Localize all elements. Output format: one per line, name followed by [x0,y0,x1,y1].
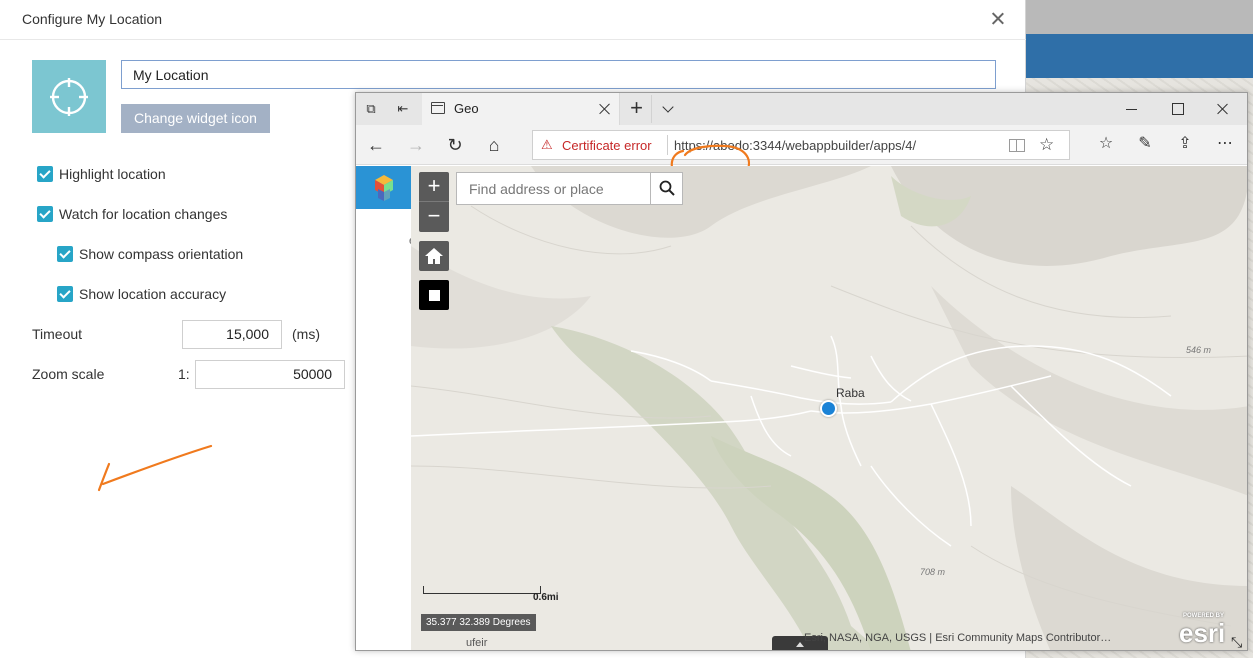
search-icon [659,180,675,196]
zoom-scale-input[interactable]: 50000 [195,360,345,389]
dialog-header: Configure My Location [0,0,1026,40]
resize-cursor-icon: ⤡ [1231,634,1243,650]
close-icon[interactable] [988,9,1008,29]
checkbox-checked[interactable] [37,206,53,222]
browser-window: ⧉ ⇤ Geo + ← → ↻ ⌂ ⚠ Certificate error ht… [355,92,1248,651]
forward-icon[interactable]: → [404,133,428,157]
widget-icon-preview[interactable] [32,60,106,133]
page-icon [431,102,445,114]
map-edge-text: ufeir [466,637,488,649]
search-input[interactable] [457,173,650,204]
tab-close-icon[interactable] [598,102,612,116]
more-icon[interactable]: ⋯ [1214,133,1236,155]
elevation-label: 546 m [1186,345,1212,355]
tab-bar: ⧉ ⇤ Geo + [356,93,1247,125]
zoom-control: + − [419,172,449,232]
app-logo[interactable] [356,166,411,209]
checkbox-label: Show location accuracy [79,286,227,302]
coordinate-display: 35.377 32.389 Degrees [421,614,536,631]
background-header [1026,34,1253,78]
minimize-icon[interactable] [1122,99,1142,119]
warning-icon[interactable]: ⚠ [541,137,553,153]
map-attribution[interactable]: Esri, NASA, NGA, USGS | Esri Community M… [804,632,1111,644]
checkbox-label: Show compass orientation [79,246,244,262]
maximize-icon[interactable] [1168,99,1188,119]
back-icon[interactable]: ← [364,133,388,157]
location-accuracy-option[interactable]: Show location accuracy [57,285,226,303]
search-button[interactable] [650,173,682,204]
current-location-marker[interactable] [820,400,837,417]
map[interactable]: + − Raba 546 m 708 m 0.6mi 35.377 32.389… [411,166,1247,650]
refresh-icon[interactable]: ↻ [443,133,467,157]
place-label: Raba [836,386,865,400]
annotation-arrow [97,444,213,492]
new-tab-button[interactable]: + [622,95,652,123]
dialog-title: Configure My Location [22,11,163,27]
checkbox-checked[interactable] [57,246,73,262]
certificate-error[interactable]: Certificate error [562,138,652,153]
checkbox-label: Watch for location changes [59,206,228,222]
checkbox-label: Highlight location [59,166,166,182]
tab-geo[interactable]: Geo [422,93,620,125]
change-widget-icon-button[interactable]: Change widget icon [121,104,270,133]
tab-preview-icon[interactable]: ⧉ [361,99,381,119]
search-widget [456,172,683,205]
home-icon[interactable]: ⌂ [482,133,506,157]
timeout-unit: (ms) [292,326,320,342]
zoom-scale-label: Zoom scale [32,366,105,382]
watch-location-option[interactable]: Watch for location changes [37,205,227,223]
navigation-bar: ← → ↻ ⌂ ⚠ Certificate error https://abed… [356,125,1247,185]
address-bar[interactable]: ⚠ Certificate error https://abedo:3344/w… [532,130,1070,160]
chevron-down-icon[interactable] [654,95,684,123]
compass-orientation-option[interactable]: Show compass orientation [57,245,243,263]
star-icon[interactable]: ☆ [1039,135,1054,155]
app-sidebar: elfit [356,166,426,650]
home-icon [425,248,443,264]
set-aside-tabs-icon[interactable]: ⇤ [393,99,413,119]
reading-view-icon[interactable] [1009,139,1025,152]
cubes-logo-icon [375,175,393,201]
timeout-label: Timeout [32,326,83,342]
background-topbar [1026,0,1253,34]
tab-title: Geo [454,101,479,116]
checkbox-checked[interactable] [37,166,53,182]
zoom-out-button[interactable]: − [419,202,449,232]
checkbox-checked[interactable] [57,286,73,302]
elevation-label: 708 m [920,567,946,577]
crosshair-icon [50,78,88,116]
zoom-in-button[interactable]: + [419,172,449,202]
esri-logo[interactable]: esri [1179,618,1225,649]
favorites-hub-icon[interactable]: ☆ [1095,133,1117,155]
scale-label: 0.6mi [533,592,559,603]
zoom-scale-prefix: 1: [178,366,190,382]
share-icon[interactable]: ⇪ [1174,133,1196,155]
timeout-input[interactable]: 15,000 [182,320,282,349]
home-extent-button[interactable] [419,241,449,271]
widget-name-input[interactable] [121,60,996,89]
scale-bar [423,586,541,594]
highlight-location-option[interactable]: Highlight location [37,165,166,183]
my-location-button[interactable] [419,280,449,310]
window-close-icon[interactable] [1213,99,1233,119]
pen-icon[interactable]: ✎ [1134,133,1156,155]
